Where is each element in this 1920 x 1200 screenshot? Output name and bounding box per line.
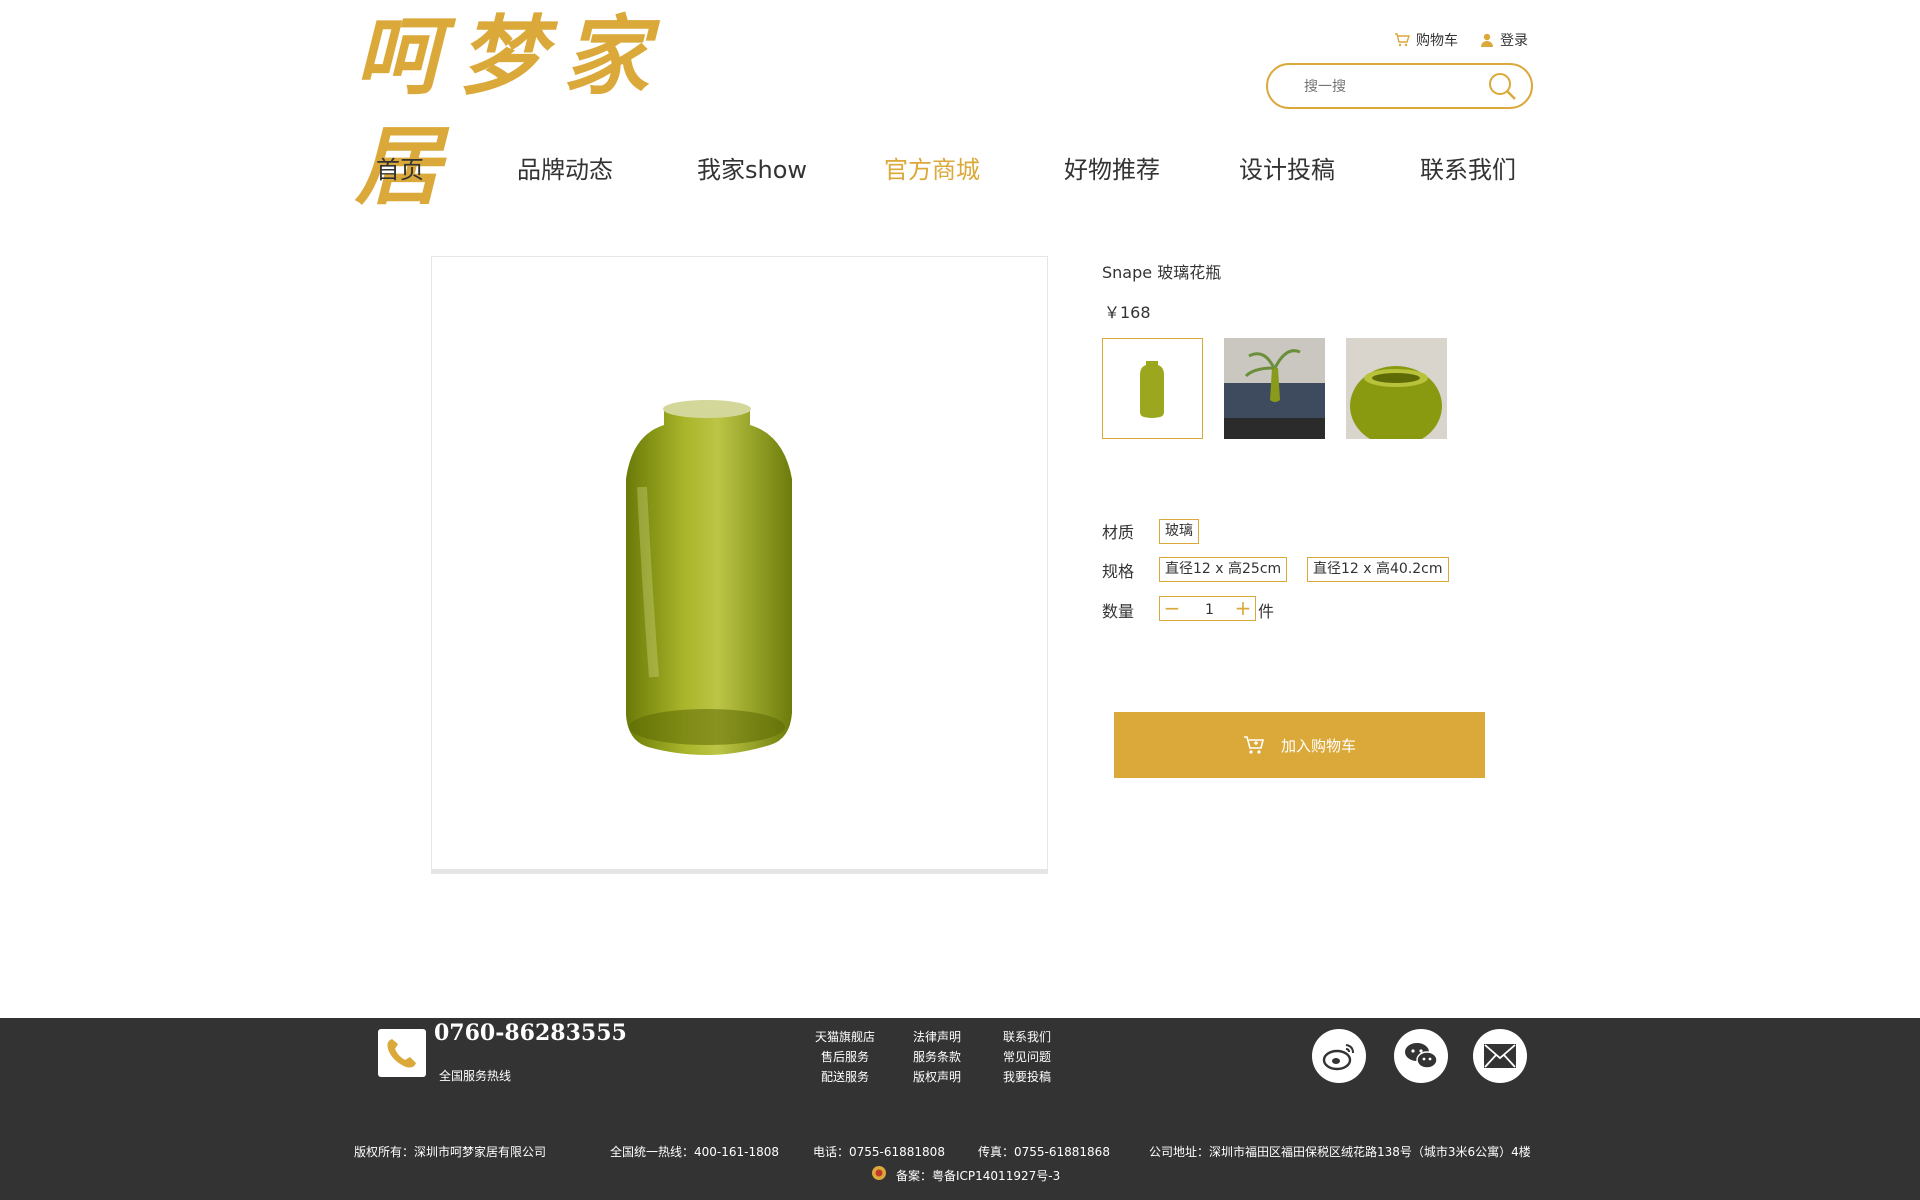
footer-link-submit[interactable]: 我要投稿 bbox=[1003, 1068, 1051, 1085]
spec-option-25cm[interactable]: 直径12 x 高25cm bbox=[1159, 557, 1288, 582]
product-name: Snape 玻璃花瓶 bbox=[1102, 263, 1222, 282]
add-to-cart-label: 加入购物车 bbox=[1280, 736, 1356, 755]
footer-link-faq[interactable]: 常见问题 bbox=[1003, 1048, 1051, 1065]
thumbnail-closeup-image bbox=[1346, 338, 1447, 439]
nav-brand-news[interactable]: 品牌动态 bbox=[517, 150, 613, 185]
footer-link-aftersales[interactable]: 售后服务 bbox=[821, 1048, 869, 1065]
thumbnail-1[interactable] bbox=[1102, 338, 1203, 439]
hotline-number: 0760-86283555 bbox=[434, 1020, 627, 1046]
footer-link-tmall[interactable]: 天猫旗舰店 bbox=[815, 1028, 875, 1045]
footer-copyright: 版权所有：深圳市呵梦家居有限公司 bbox=[354, 1145, 547, 1159]
phone-icon bbox=[378, 1029, 426, 1077]
email-button[interactable] bbox=[1473, 1029, 1527, 1083]
search-button[interactable] bbox=[1485, 71, 1519, 101]
cart-link[interactable]: 购物车 bbox=[1394, 30, 1458, 50]
mail-icon bbox=[1484, 1044, 1516, 1068]
nav-design-submission[interactable]: 设计投稿 bbox=[1239, 150, 1335, 185]
spec-option-40cm[interactable]: 直径12 x 高40.2cm bbox=[1307, 557, 1449, 582]
product-price: ￥168 bbox=[1104, 303, 1151, 322]
footer-icp: 备案：粤备ICP14011927号-3 bbox=[896, 1169, 1061, 1183]
cart-icon bbox=[1395, 33, 1410, 47]
nav-recommendations[interactable]: 好物推荐 bbox=[1064, 150, 1160, 185]
add-to-cart-button[interactable]: 加入购物车 bbox=[1114, 712, 1485, 778]
nav-contact[interactable]: 联系我们 bbox=[1420, 150, 1516, 185]
login-link[interactable]: 登录 bbox=[1480, 30, 1528, 50]
wechat-icon bbox=[1405, 1043, 1438, 1069]
cart-icon bbox=[1243, 736, 1265, 754]
quantity-unit: 件 bbox=[1258, 602, 1275, 621]
footer-national-hotline: 全国统一热线：400-161-1808 bbox=[610, 1145, 780, 1159]
thumbnail-3[interactable] bbox=[1346, 338, 1447, 439]
footer-link-copyright[interactable]: 版权声明 bbox=[913, 1068, 961, 1085]
footer-link-contact[interactable]: 联系我们 bbox=[1003, 1028, 1051, 1045]
quantity-increase-button[interactable]: + bbox=[1231, 597, 1255, 620]
cart-label: 购物车 bbox=[1416, 33, 1458, 49]
thumbnail-vase-image bbox=[1103, 339, 1202, 438]
thumbnail-livingroom-image bbox=[1224, 338, 1325, 439]
weibo-icon bbox=[1322, 1044, 1354, 1071]
footer-fax: 传真：0755-61881868 bbox=[978, 1145, 1110, 1159]
nav-my-home-show[interactable]: 我家show bbox=[697, 150, 807, 185]
weibo-button[interactable] bbox=[1312, 1029, 1366, 1083]
search-icon bbox=[1489, 73, 1516, 100]
footer-link-legal[interactable]: 法律声明 bbox=[913, 1028, 961, 1045]
footer-address: 公司地址：深圳市福田区福田保税区绒花路138号（城市3米6公寓）4楼 bbox=[1149, 1145, 1531, 1159]
site-logo[interactable]: 呵梦家居 bbox=[355, 2, 740, 217]
quantity-label: 数量 bbox=[1102, 602, 1135, 621]
search-input[interactable] bbox=[1302, 75, 1496, 99]
material-label: 材质 bbox=[1102, 523, 1135, 542]
quantity-input[interactable] bbox=[1185, 598, 1234, 621]
quantity-stepper: − + bbox=[1159, 596, 1256, 621]
nav-official-store[interactable]: 官方商城 bbox=[884, 150, 980, 185]
image-shadow bbox=[431, 869, 1048, 874]
login-label: 登录 bbox=[1500, 33, 1528, 49]
hotline-label: 全国服务热线 bbox=[439, 1069, 512, 1083]
thumbnail-2[interactable] bbox=[1224, 338, 1325, 439]
spec-label: 规格 bbox=[1102, 562, 1135, 581]
search-box bbox=[1266, 63, 1533, 109]
quantity-decrease-button[interactable]: − bbox=[1160, 597, 1184, 620]
material-option-glass[interactable]: 玻璃 bbox=[1159, 519, 1199, 544]
vase-image bbox=[626, 400, 792, 755]
top-links: 购物车 登录 bbox=[1394, 30, 1528, 50]
user-icon bbox=[1481, 33, 1493, 47]
product-main-image bbox=[431, 256, 1048, 873]
footer-tel: 电话：0755-61881808 bbox=[813, 1145, 945, 1159]
police-badge-icon bbox=[871, 1165, 887, 1181]
footer-link-delivery[interactable]: 配送服务 bbox=[821, 1068, 869, 1085]
main-nav: 首页 品牌动态 我家show 官方商城 好物推荐 设计投稿 联系我们 bbox=[355, 150, 1525, 194]
wechat-button[interactable] bbox=[1394, 1029, 1448, 1083]
footer-link-terms[interactable]: 服务条款 bbox=[913, 1048, 961, 1065]
nav-home[interactable]: 首页 bbox=[376, 150, 424, 185]
